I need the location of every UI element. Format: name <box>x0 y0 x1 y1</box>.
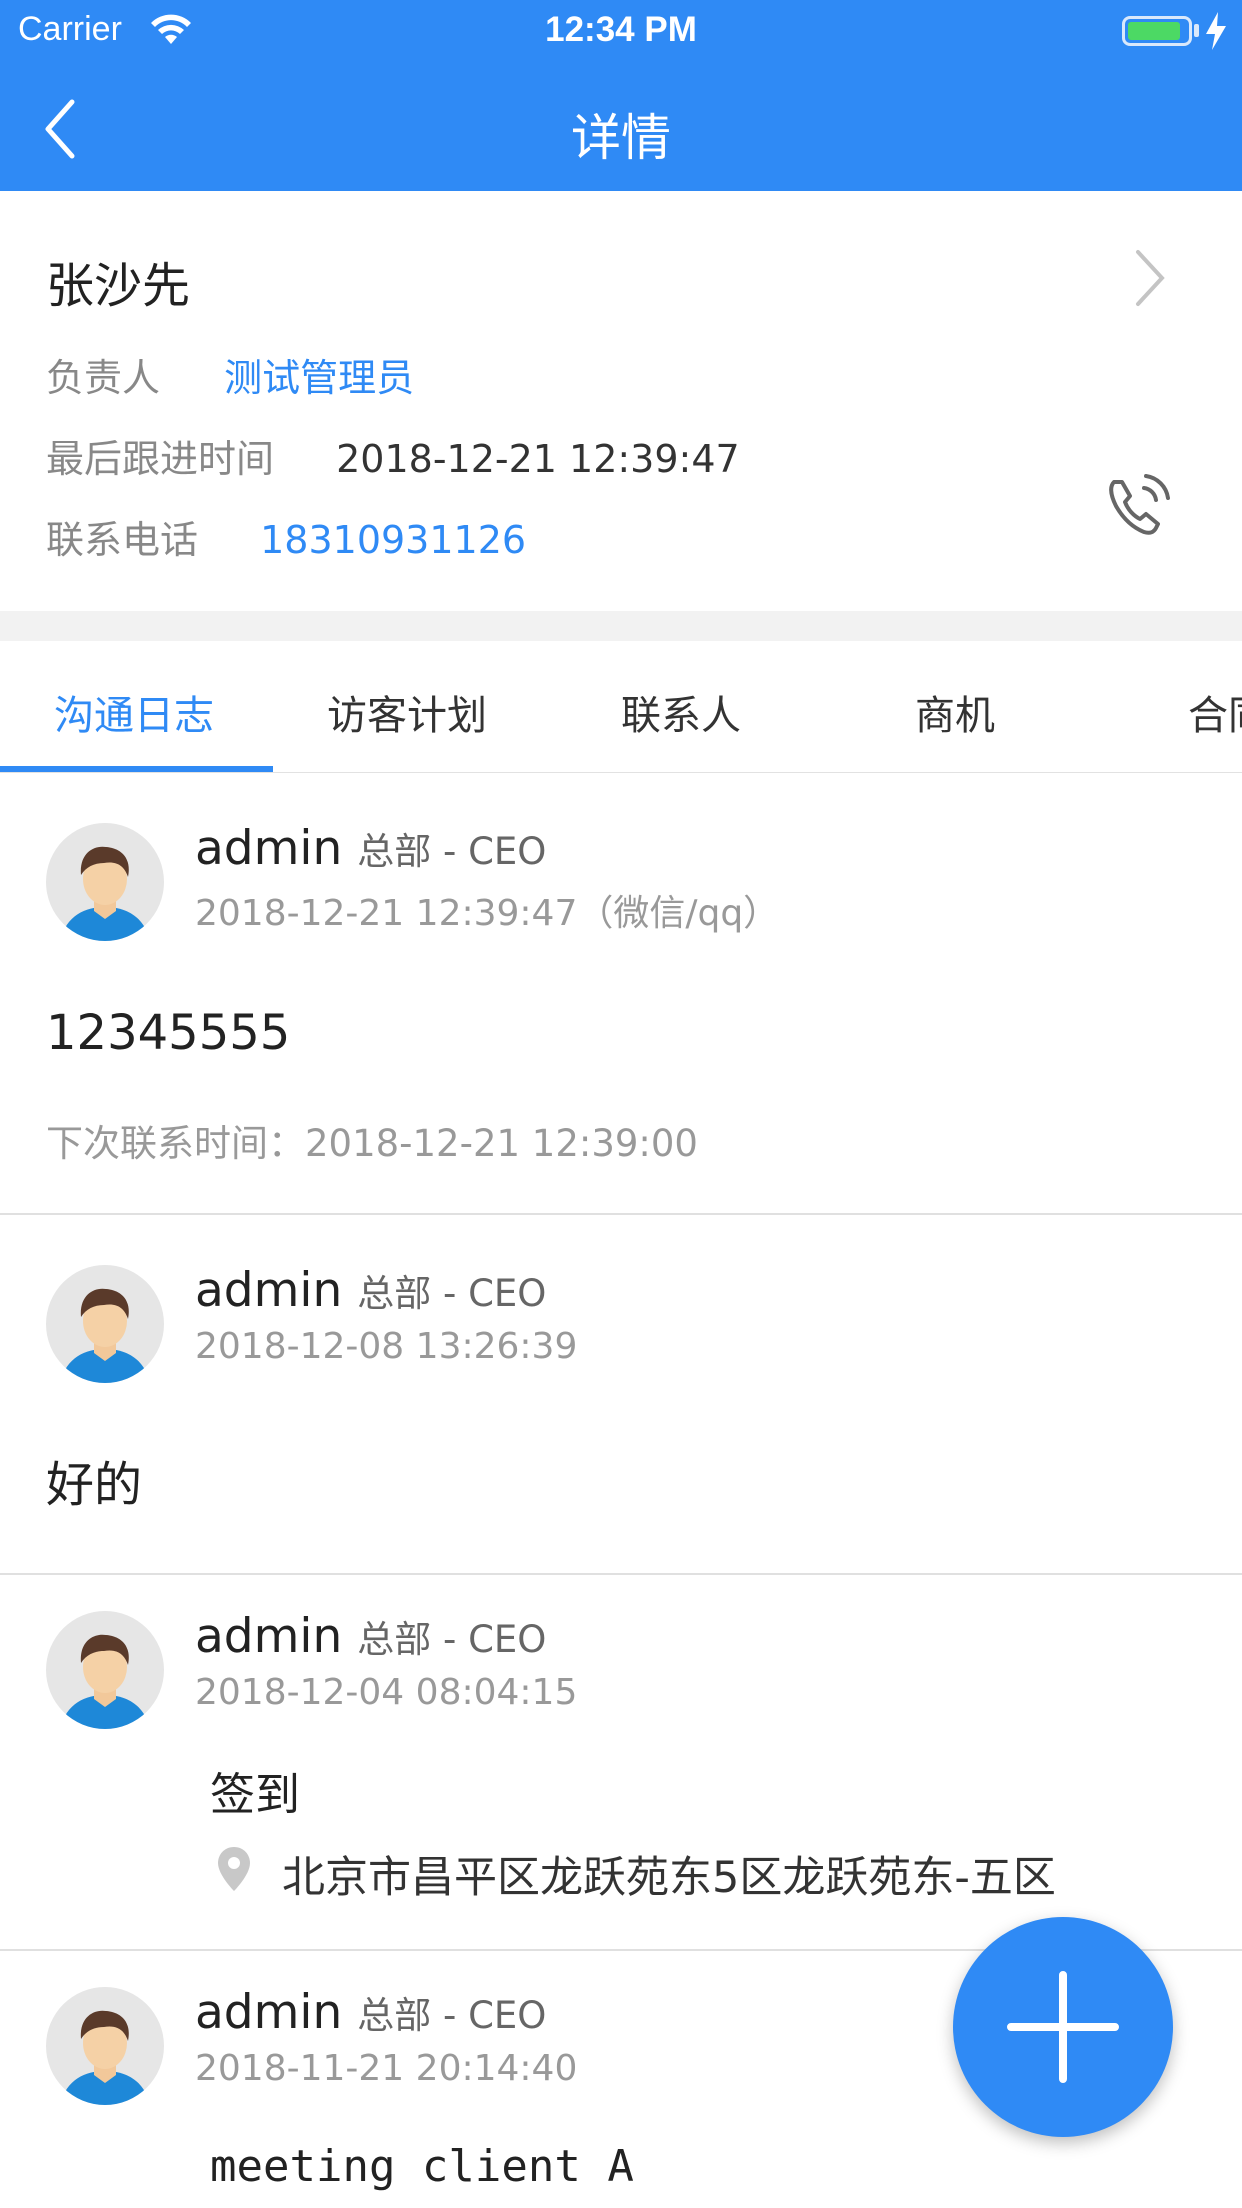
author-department: 总部 - CEO <box>357 1618 547 1661</box>
checkin-address: 北京市昌平区龙跃苑东5区龙跃苑东-五区 <box>282 1853 1056 1903</box>
charging-icon <box>1206 12 1226 50</box>
log-author-line: admin 总部 - CEO <box>195 1263 546 1318</box>
author-name: admin <box>195 1985 343 2040</box>
section-divider <box>0 611 1242 641</box>
log-author-line: admin 总部 - CEO <box>195 1609 546 1664</box>
avatar <box>46 1987 164 2105</box>
log-timestamp: 2018-12-04 08:04:15 <box>195 1672 578 1713</box>
tab-contacts[interactable]: 联系人 <box>621 683 741 741</box>
log-timestamp: 2018-11-21 20:14:40 <box>195 2048 578 2089</box>
log-author-line: admin 总部 - CEO <box>195 1985 546 2040</box>
active-tab-indicator <box>0 766 273 772</box>
log-content: 签到 <box>210 1768 301 1821</box>
log-author-line: admin 总部 - CEO <box>195 821 546 876</box>
phone-label: 联系电话 <box>46 518 199 562</box>
author-department: 总部 - CEO <box>357 1994 547 2037</box>
log-content: 好的 <box>46 1457 143 1513</box>
owner-row: 负责人 测试管理员 <box>46 347 414 402</box>
battery-icon <box>1122 16 1192 46</box>
phone-number[interactable]: 18310931126 <box>260 518 526 562</box>
last-follow-label: 最后跟进时间 <box>46 437 275 481</box>
owner-value[interactable]: 测试管理员 <box>224 356 414 400</box>
status-bar: Carrier 12:34 PM <box>0 0 1242 60</box>
customer-name: 张沙先 <box>46 258 191 314</box>
log-content: 12345555 <box>46 1005 291 1061</box>
user-avatar-icon <box>60 2010 150 2105</box>
author-name: admin <box>195 1609 343 1664</box>
author-name: admin <box>195 821 343 876</box>
log-entry[interactable]: admin 总部 - CEO 2018-12-08 13:26:39 好的 <box>0 1215 1242 1575</box>
user-avatar-icon <box>60 1288 150 1383</box>
log-content: meeting client A <box>210 2141 634 2192</box>
tab-opportunities[interactable]: 商机 <box>915 683 995 741</box>
log-entry[interactable]: admin 总部 - CEO 2018-12-21 12:39:47（微信/qq… <box>0 773 1242 1215</box>
navigation-bar: Carrier 12:34 PM 详情 <box>0 0 1242 191</box>
author-department: 总部 - CEO <box>357 1272 547 1315</box>
tab-visit-plan[interactable]: 访客计划 <box>327 683 487 741</box>
tab-communication-log[interactable]: 沟通日志 <box>54 683 214 741</box>
avatar <box>46 1265 164 1383</box>
page-title: 详情 <box>571 109 671 167</box>
phone-row: 联系电话 18310931126 <box>46 509 526 564</box>
tab-bar: 沟通日志 访客计划 联系人 商机 合同 <box>0 641 1242 774</box>
status-time: 12:34 PM <box>545 10 697 49</box>
last-follow-row: 最后跟进时间 2018-12-21 12:39:47 <box>46 428 740 483</box>
owner-label: 负责人 <box>46 356 161 400</box>
plus-icon <box>1007 1971 1119 2083</box>
author-name: admin <box>195 1263 343 1318</box>
location-pin-icon <box>218 1847 250 1891</box>
tab-contracts[interactable]: 合同 <box>1188 683 1242 741</box>
battery-level <box>1128 22 1180 40</box>
chevron-right-icon[interactable] <box>1130 246 1170 310</box>
log-timestamp: 2018-12-21 12:39:47（微信/qq） <box>195 893 780 934</box>
last-follow-value: 2018-12-21 12:39:47 <box>336 437 740 481</box>
author-department: 总部 - CEO <box>357 830 547 873</box>
log-entry[interactable]: admin 总部 - CEO 2018-12-04 08:04:15 签到 北京… <box>0 1575 1242 1951</box>
next-contact-time: 下次联系时间：2018-12-21 12:39:00 <box>46 1122 698 1165</box>
user-avatar-icon <box>60 846 150 941</box>
battery-tip <box>1194 24 1199 37</box>
customer-info-card[interactable]: 张沙先 负责人 测试管理员 最后跟进时间 2018-12-21 12:39:47… <box>0 191 1242 611</box>
log-timestamp: 2018-12-08 13:26:39 <box>195 1326 578 1367</box>
add-log-button[interactable] <box>953 1917 1173 2137</box>
phone-call-icon[interactable] <box>1100 464 1180 544</box>
avatar <box>46 823 164 941</box>
avatar <box>46 1611 164 1729</box>
user-avatar-icon <box>60 1634 150 1729</box>
